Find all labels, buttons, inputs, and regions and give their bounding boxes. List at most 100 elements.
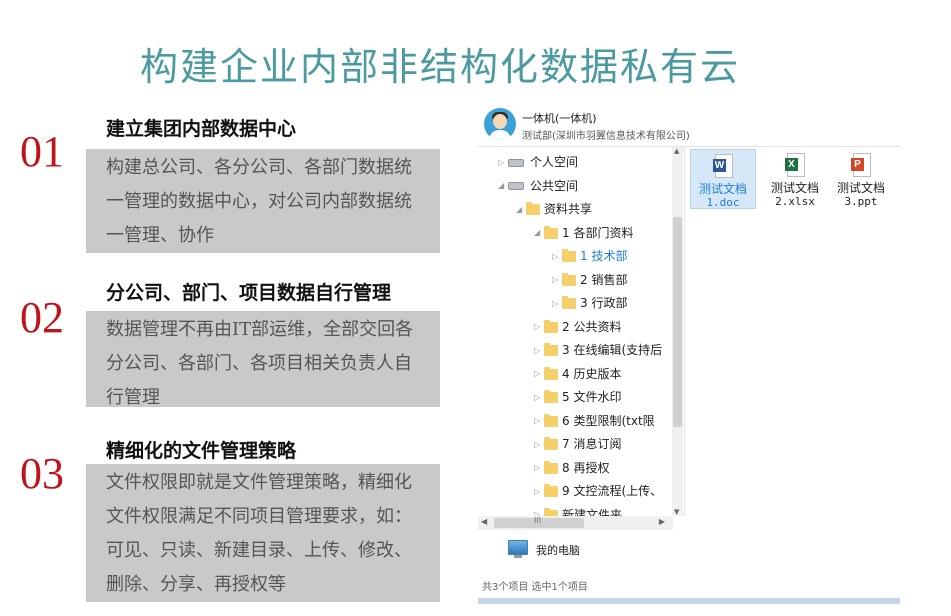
folder-icon	[562, 272, 576, 286]
folder-icon	[544, 437, 558, 450]
tree-item[interactable]: ▷ 2 销售部	[552, 269, 627, 291]
user-organization: 测试部(深圳市羽翼信息技术有限公司)	[522, 131, 690, 142]
section-body-03: 文件权限即就是文件管理策略，精细化 文件权限满足不同项目管理要求，如： 可见、只…	[86, 464, 440, 602]
file-item[interactable]: W 测试文档 1.doc	[690, 149, 756, 209]
body-line: 行管理	[106, 387, 160, 408]
tree-item[interactable]: ▷ 1 技术部	[552, 245, 627, 267]
scroll-right-icon[interactable]: ▶	[659, 517, 665, 526]
tree-item[interactable]: ▷ 新建文件夹	[534, 504, 623, 517]
tree-item-label: 2 销售部	[580, 272, 628, 287]
body-line: 数据管理不再由IT部运维，全部交回各	[106, 319, 414, 340]
tree-item[interactable]: ▷ 3 行政部	[552, 292, 627, 314]
computer-icon	[508, 540, 528, 555]
section-number-01: 01	[20, 127, 64, 176]
page-title: 构建企业内部非结构化数据私有云	[139, 45, 740, 89]
expand-arrow-icon[interactable]: ▷	[534, 457, 544, 479]
my-computer-label: 我的电脑	[536, 544, 580, 557]
tree-item-label: 8 再授权	[562, 460, 610, 475]
expand-arrow-icon[interactable]: ▷	[534, 316, 544, 338]
collapse-arrow-icon[interactable]: ◢	[534, 222, 544, 244]
expand-arrow-icon[interactable]: ▷	[534, 410, 544, 432]
tree-item[interactable]: ▷ 个人空间	[498, 151, 578, 173]
tree-item-label: 3 在线编辑(支持后	[562, 343, 663, 357]
folder-icon	[544, 460, 558, 474]
file-name: 测试文档	[770, 181, 819, 195]
tree-item-label: 2 公共资料	[562, 319, 622, 334]
section-heading-01: 建立集团内部数据中心	[106, 118, 297, 140]
tree-item-label: 3 行政部	[580, 296, 628, 310]
tree-item-label: 1 技术部	[580, 249, 628, 263]
file-list: W 测试文档 1.doc X 测试文档 2.xlsx P 测试文档 3.ppt	[688, 147, 900, 516]
folder-icon	[544, 390, 558, 403]
body-line: 可见、只读、新建目录、上传、修改、	[106, 540, 412, 561]
expand-arrow-icon[interactable]: ▷	[534, 340, 544, 362]
collapse-arrow-icon[interactable]: ◢	[498, 175, 508, 197]
drive-icon	[508, 158, 524, 167]
expand-arrow-icon[interactable]: ▷	[534, 387, 544, 409]
folder-icon	[544, 319, 558, 333]
file-item[interactable]: X 测试文档 2.xlsx	[762, 149, 828, 209]
section-body-02: 数据管理不再由IT部运维，全部交回各 分公司、各部门、各项目相关负责人自 行管理	[86, 311, 440, 408]
tree-item[interactable]: ◢ 1 各部门资料	[534, 222, 633, 244]
body-line: 文件权限满足不同项目管理要求，如：	[106, 506, 412, 527]
tree-item-label: 资料共享	[544, 202, 593, 216]
excel-spreadsheet-icon: X	[785, 153, 805, 177]
avatar-face	[493, 114, 507, 129]
tree-item[interactable]: ▷ 8 再授权	[534, 457, 609, 479]
expand-arrow-icon[interactable]: ▷	[552, 269, 562, 291]
file-extension: 1.doc	[706, 196, 740, 209]
tree-item[interactable]: ▷ 2 公共资料	[534, 316, 621, 338]
folder-icon	[544, 225, 558, 239]
tree-item-label: 新建文件夹	[562, 507, 623, 517]
body-line: 构建总公司、各分公司、各部门数据统	[106, 157, 412, 178]
word-document-icon: W	[713, 154, 733, 178]
expand-arrow-icon[interactable]: ▷	[552, 246, 562, 268]
scrollbar-thumb[interactable]	[673, 217, 682, 427]
folder-icon	[562, 296, 576, 309]
section-number-03: 03	[20, 449, 64, 498]
file-type-badge: P	[851, 158, 864, 171]
tree-item[interactable]: ▷ 6 类型限制(txt限	[534, 410, 655, 432]
folder-icon	[544, 484, 558, 497]
expand-arrow-icon[interactable]: ▷	[534, 434, 544, 456]
section-body-01: 构建总公司、各分公司、各部门数据统 一管理的数据中心，对公司内部数据统 一管理、…	[86, 149, 440, 253]
expand-arrow-icon[interactable]: ▷	[552, 293, 562, 315]
user-name: 一体机(一体机)	[522, 112, 597, 125]
section-number-02: 02	[20, 293, 64, 342]
expand-arrow-icon[interactable]: ▷	[534, 481, 544, 503]
file-name: 测试文档	[836, 181, 885, 195]
tree-item[interactable]: ▷ 7 消息订阅	[534, 433, 621, 455]
tree-item-label: 5 文件水印	[562, 390, 622, 404]
tree-item[interactable]: ◢ 公共空间	[498, 175, 578, 197]
status-bar-text: 共3个项目 选中1个项目	[482, 582, 588, 593]
avatar[interactable]	[484, 108, 516, 140]
expand-arrow-icon[interactable]: ▷	[534, 504, 544, 516]
scroll-left-icon[interactable]: ◀	[481, 517, 487, 526]
file-name: 测试文档	[698, 182, 747, 196]
tree-item[interactable]: ▷ 5 文件水印	[534, 386, 621, 408]
tree-horizontal-scrollbar[interactable]: ◀ III ▶	[478, 516, 673, 530]
expand-arrow-icon[interactable]: ▷	[534, 363, 544, 385]
expand-arrow-icon[interactable]: ▷	[498, 152, 508, 174]
tree-item-label: 个人空间	[530, 155, 579, 169]
tree-item[interactable]: ▷ 3 在线编辑(支持后	[534, 339, 662, 361]
tree-item[interactable]: ▷ 9 文控流程(上传、	[534, 480, 662, 502]
tree-item[interactable]: ◢ 资料共享	[516, 198, 592, 220]
folder-icon	[544, 413, 558, 427]
bottom-bar	[478, 598, 900, 604]
tree-vertical-scrollbar[interactable]: ▲ ▼	[672, 147, 683, 516]
tree-item-label: 公共空间	[530, 178, 579, 193]
avatar-body	[489, 130, 511, 140]
user-header: 一体机(一体机) 测试部(深圳市羽翼信息技术有限公司)	[478, 106, 900, 147]
scroll-down-icon[interactable]: ▼	[674, 508, 679, 516]
file-item[interactable]: P 测试文档 3.ppt	[828, 149, 894, 209]
my-computer-item[interactable]: 我的电脑	[508, 538, 708, 560]
tree-item-label: 4 历史版本	[562, 366, 622, 381]
scrollbar-grip: III	[534, 516, 542, 525]
scroll-up-icon[interactable]: ▲	[674, 147, 679, 155]
tree-item[interactable]: ▷ 4 历史版本	[534, 363, 621, 385]
tree-item-label: 6 类型限制(txt限	[562, 413, 655, 428]
tree-item-label: 7 消息订阅	[562, 437, 622, 451]
collapse-arrow-icon[interactable]: ◢	[516, 199, 526, 221]
body-line: 文件权限即就是文件管理策略，精细化	[106, 472, 412, 493]
